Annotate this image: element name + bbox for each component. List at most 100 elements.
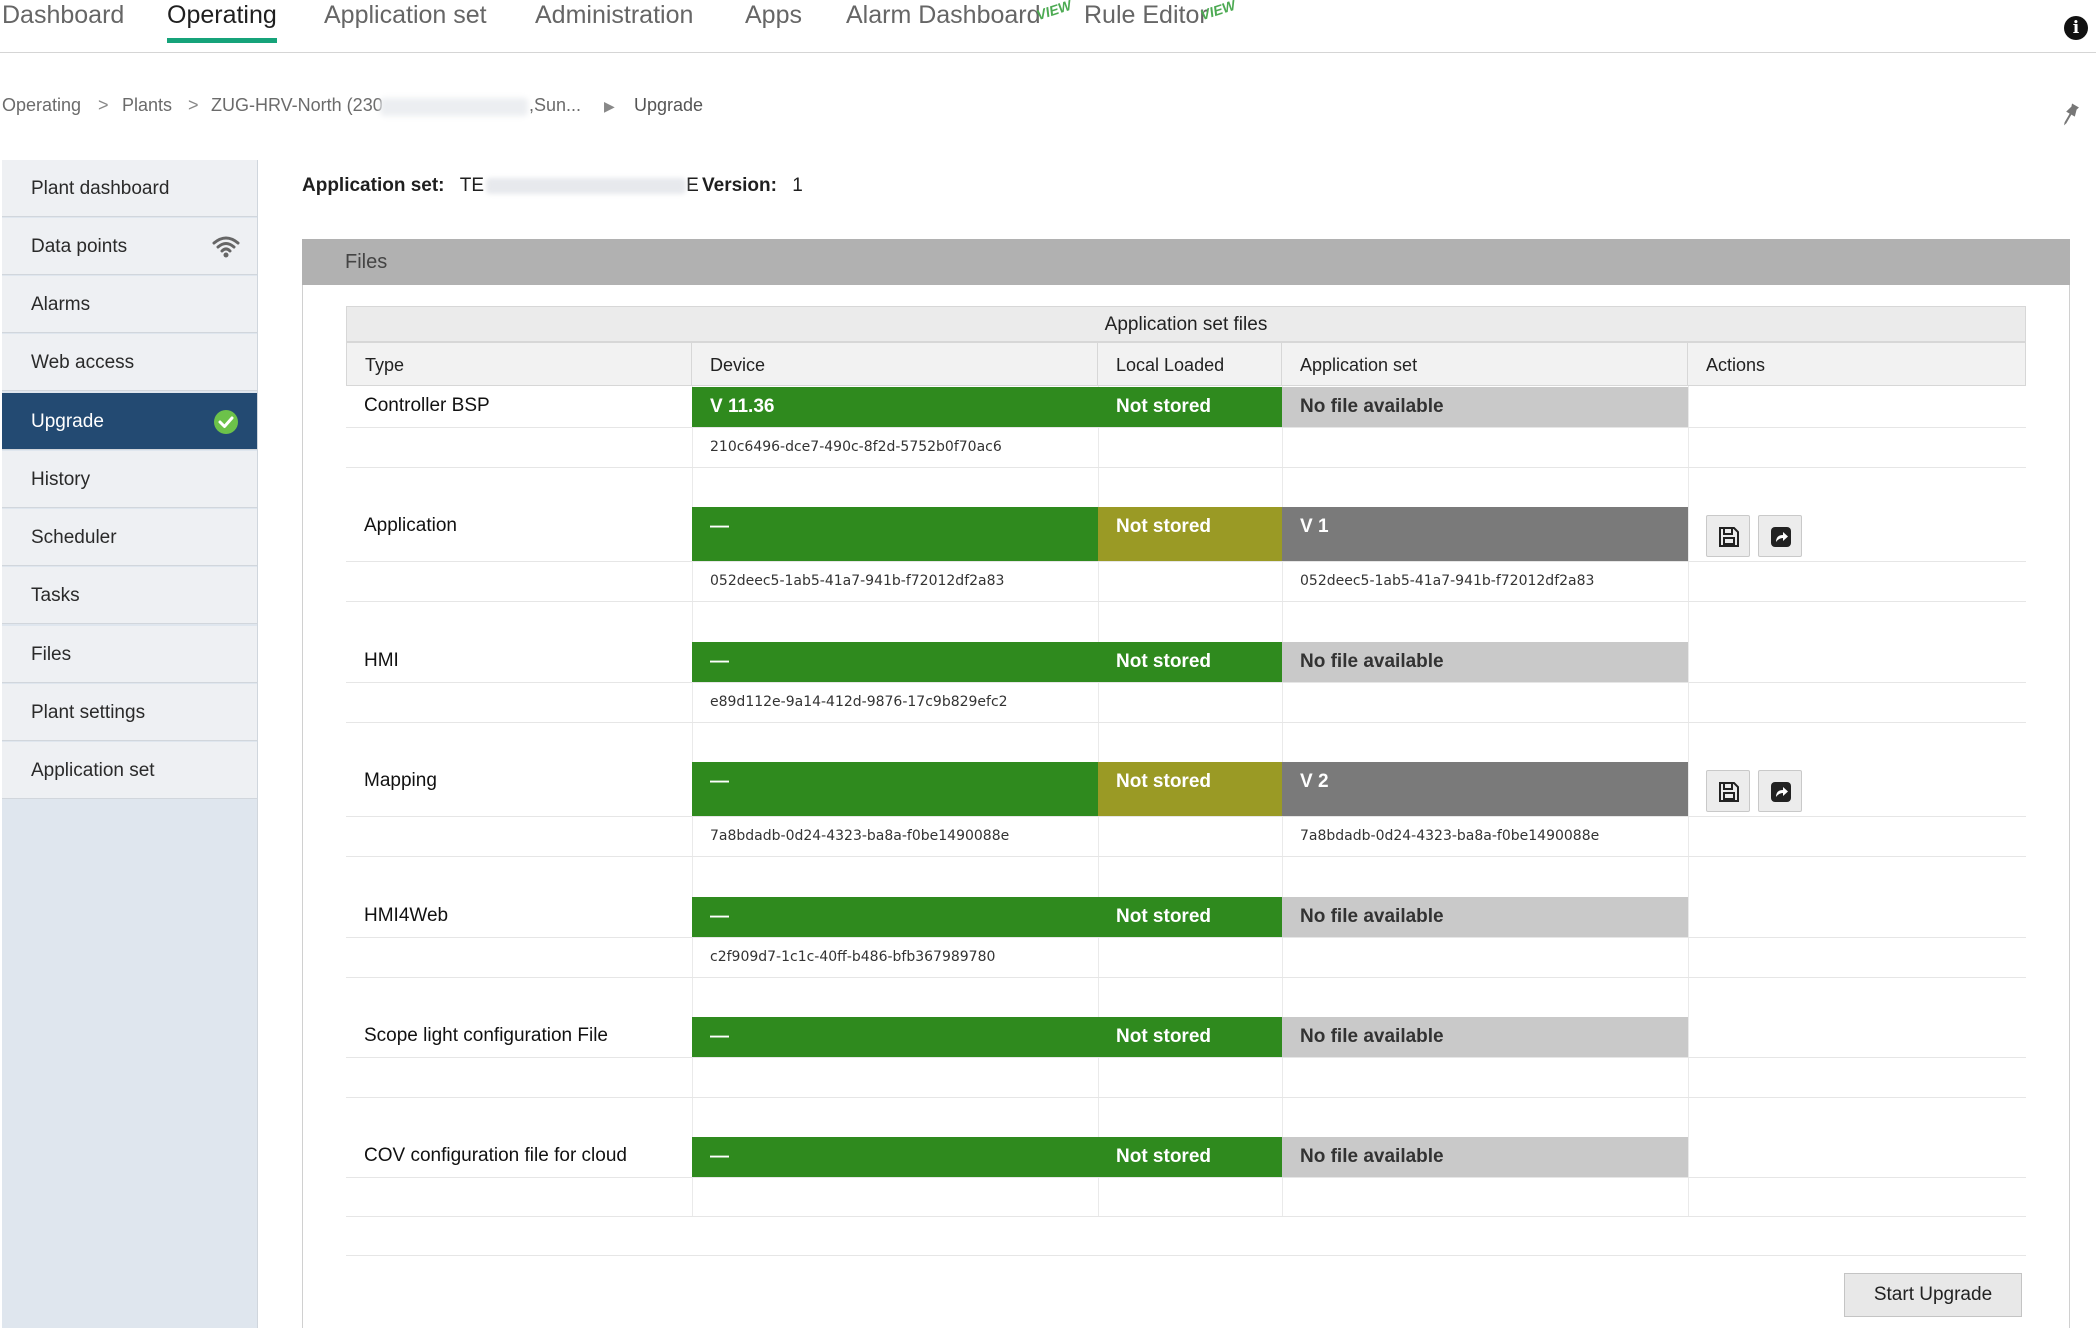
row-divider (346, 1216, 2026, 1217)
row-type-label: Application (364, 515, 457, 536)
sidebar-item-label: Upgrade (31, 411, 104, 432)
row-divider (346, 427, 2026, 428)
device-version-cell: — (692, 762, 1098, 816)
row-divider (346, 467, 2026, 468)
row-type-label: HMI4Web (364, 905, 449, 926)
breadcrumb-plant-name[interactable]: ZUG-HRV-North (230 (211, 95, 383, 116)
sidebar-item-data-points[interactable]: Data points (2, 218, 257, 275)
row-divider (346, 856, 2026, 857)
share-icon (1771, 782, 1791, 802)
sidebar-item-history[interactable]: History (2, 451, 257, 508)
row-type-label: Mapping (364, 770, 437, 791)
device-file-id: 052deec5-1ab5-41a7-941b-f72012df2a83 (710, 573, 1005, 589)
wifi-icon (212, 236, 240, 258)
breadcrumb-plant-name-end[interactable]: ,Sun... (529, 95, 581, 116)
application-set-cell: No file available (1282, 897, 1688, 937)
sidebar: Plant dashboard Data points Alarms Web a… (2, 160, 258, 1328)
files-panel-header[interactable]: Files (302, 239, 2070, 285)
sidebar-item-label: Web access (31, 352, 135, 373)
breadcrumb-separator: > (98, 95, 109, 115)
device-file-id: e89d112e-9a14-412d-9876-17c9b829efc2 (710, 694, 1008, 710)
local-loaded-cell: Not stored (1098, 387, 1282, 427)
row-divider (346, 937, 2026, 938)
sidebar-item-scheduler[interactable]: Scheduler (2, 509, 257, 566)
sidebar-item-tasks[interactable]: Tasks (2, 567, 257, 624)
row-divider (346, 816, 2026, 817)
column-header-application-set: Application set (1282, 342, 1688, 386)
row-type-label: Controller BSP (364, 395, 490, 416)
sidebar-item-upgrade[interactable]: Upgrade (2, 393, 257, 450)
device-version-cell: — (692, 1017, 1098, 1057)
breadcrumb-upgrade: Upgrade (634, 95, 704, 115)
sidebar-item-label: History (31, 469, 91, 490)
column-header-device: Device (692, 342, 1098, 386)
sidebar-item-alarms[interactable]: Alarms (2, 276, 257, 333)
row-divider (346, 682, 2026, 683)
save-button[interactable] (1706, 770, 1750, 812)
share-button[interactable] (1758, 770, 1802, 812)
column-divider (1688, 386, 1689, 1216)
local-loaded-cell: Not stored (1098, 1137, 1282, 1177)
sidebar-item-label: Plant settings (31, 702, 146, 723)
row-divider (346, 977, 2026, 978)
application-set-cell: No file available (1282, 387, 1688, 427)
sidebar-item-label: Data points (31, 236, 128, 257)
save-icon (1719, 527, 1739, 547)
start-upgrade-button[interactable]: Start Upgrade (1844, 1273, 2022, 1317)
device-file-id: 7a8bdadb-0d24-4323-ba8a-f0be1490088e (710, 828, 1010, 844)
local-loaded-cell: Not stored (1098, 1017, 1282, 1057)
application-set-file-id: 7a8bdadb-0d24-4323-ba8a-f0be1490088e (1300, 828, 1600, 844)
share-button[interactable] (1758, 515, 1802, 557)
sidebar-item-web-access[interactable]: Web access (2, 334, 257, 391)
sidebar-item-files[interactable]: Files (2, 626, 257, 683)
device-version-cell: — (692, 507, 1098, 561)
sidebar-item-label: Scheduler (31, 527, 117, 548)
row-type-label: HMI (364, 650, 399, 671)
pin-icon[interactable] (2060, 102, 2080, 128)
column-header-actions: Actions (1688, 342, 2026, 386)
breadcrumb-redacted (380, 98, 528, 116)
save-button[interactable] (1706, 515, 1750, 557)
device-version-cell: V 11.36 (692, 387, 1098, 427)
table-caption: Application set files (346, 306, 2026, 342)
local-loaded-cell: Not stored (1098, 507, 1282, 561)
row-divider (346, 601, 2026, 602)
row-type-label: Scope light configuration File (364, 1025, 608, 1046)
tab-alarm-dashboard[interactable]: Alarm Dashboard (846, 0, 1041, 44)
breadcrumb-plants[interactable]: Plants (122, 95, 172, 116)
breadcrumb-separator: > (188, 95, 199, 115)
row-divider (346, 722, 2026, 723)
top-nav: Dashboard Operating Application set Admi… (0, 0, 2096, 53)
check-circle-icon (214, 410, 238, 434)
sidebar-item-application-set[interactable]: Application set (2, 742, 257, 799)
sidebar-item-plant-settings[interactable]: Plant settings (2, 684, 257, 741)
files-panel-title: Files (345, 251, 388, 273)
tab-administration[interactable]: Administration (535, 0, 693, 44)
application-set-cell: V 2 (1282, 762, 1688, 816)
device-version-cell: — (692, 897, 1098, 937)
application-set-cell: No file available (1282, 1137, 1688, 1177)
sidebar-item-label: Tasks (31, 585, 80, 606)
version-meta: Version: 1 (702, 175, 803, 197)
sidebar-item-plant-dashboard[interactable]: Plant dashboard (2, 160, 257, 217)
device-file-id: c2f909d7-1c1c-40ff-b486-bfb367989780 (710, 949, 996, 965)
version-label: Version: (702, 175, 777, 196)
row-divider (346, 561, 2026, 562)
tab-operating[interactable]: Operating (167, 0, 277, 44)
tab-dashboard[interactable]: Dashboard (2, 0, 124, 44)
tab-application-set[interactable]: Application set (324, 0, 487, 44)
sidebar-item-label: Plant dashboard (31, 178, 170, 199)
tab-apps[interactable]: Apps (745, 0, 802, 44)
row-divider (346, 1255, 2026, 1256)
row-divider (346, 1097, 2026, 1098)
application-set-file-id: 052deec5-1ab5-41a7-941b-f72012df2a83 (1300, 573, 1595, 589)
sidebar-item-label: Application set (31, 760, 155, 781)
application-set-cell: No file available (1282, 1017, 1688, 1057)
info-icon[interactable]: i (2064, 16, 2088, 40)
version-value: 1 (792, 175, 803, 196)
application-set-cell: No file available (1282, 642, 1688, 682)
row-type-label: COV configuration file for cloud (364, 1145, 627, 1166)
tab-rule-editor[interactable]: Rule Editor (1084, 0, 1208, 44)
breadcrumb-operating[interactable]: Operating (2, 95, 81, 116)
local-loaded-cell: Not stored (1098, 762, 1282, 816)
